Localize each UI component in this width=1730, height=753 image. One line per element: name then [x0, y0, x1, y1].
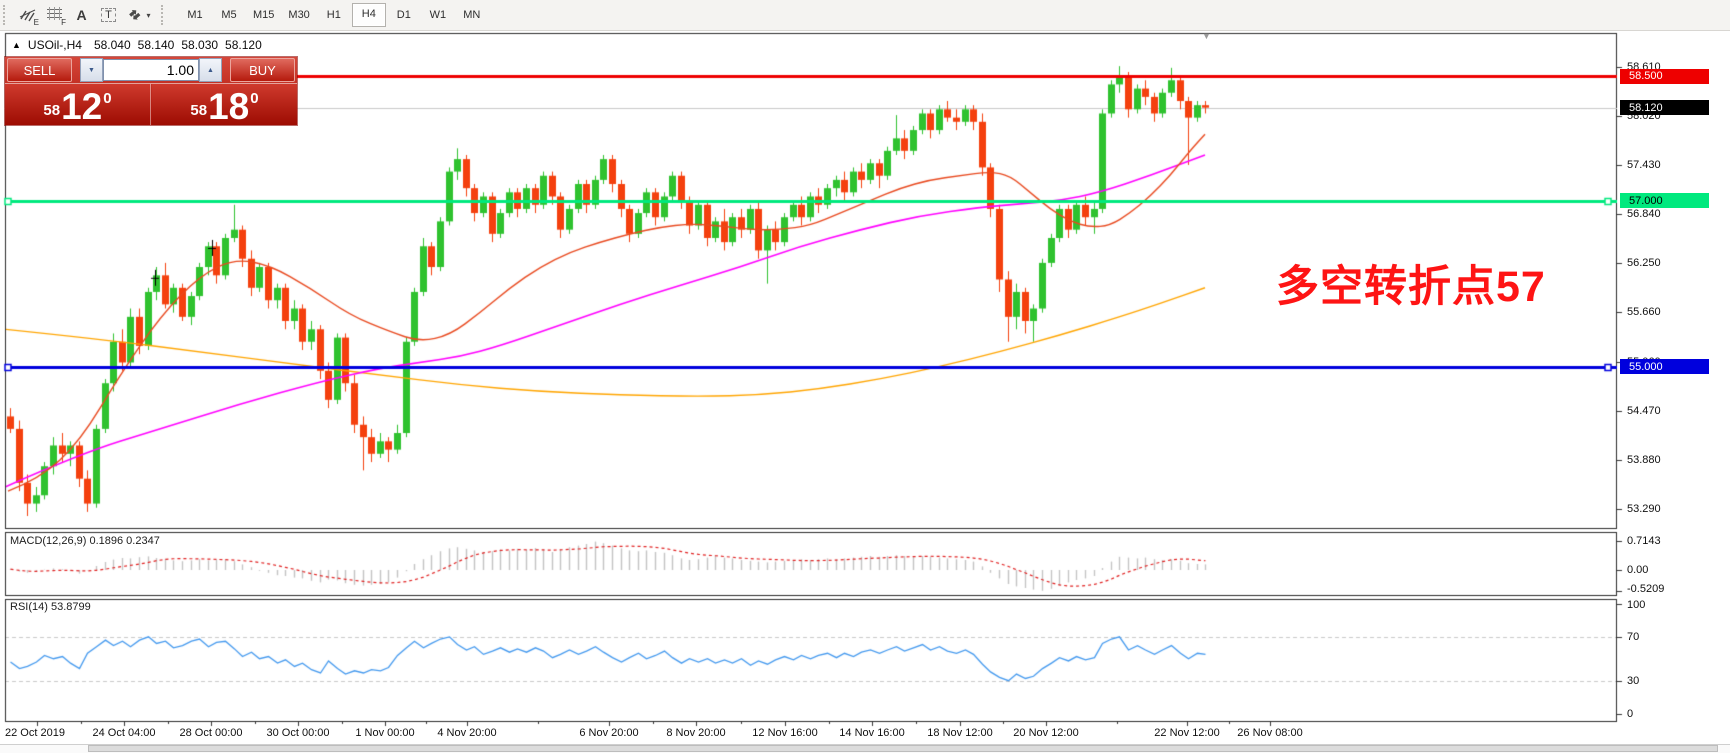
timeframe-button-h1[interactable]: H1	[318, 4, 350, 26]
price-level-badge: 57.000	[1620, 193, 1709, 208]
price-tick-label: 55.660	[1627, 306, 1661, 318]
chart-annotation-text: 多空转折点57	[1276, 252, 1546, 314]
toolbar-drag-handle[interactable]	[161, 5, 168, 25]
symbol-label: USOil-,H4	[28, 38, 82, 52]
indicator-tick-label: -0.5209	[1627, 583, 1664, 595]
indicator-tick-label: 70	[1627, 631, 1639, 643]
ohlc-low: 58.030	[181, 38, 218, 52]
arrow-style-icon[interactable]: ▾	[122, 3, 158, 27]
date-label: 30 Oct 00:00	[267, 727, 330, 739]
price-level-badge: 58.120	[1620, 100, 1709, 115]
sell-button[interactable]: SELL	[7, 58, 72, 82]
text-icon[interactable]: A	[68, 3, 95, 27]
volume-increase-button[interactable]: ▲	[199, 58, 222, 82]
buy-price-display[interactable]: 58 18 0	[152, 84, 297, 125]
timeframe-button-m1[interactable]: M1	[179, 4, 211, 26]
spinner-up-icon: ▲	[207, 67, 214, 74]
buy-button[interactable]: BUY	[230, 58, 295, 82]
chart-shift-marker-icon[interactable]: ▼	[1202, 31, 1211, 41]
date-label: 4 Nov 20:00	[437, 727, 496, 739]
timeframe-button-h4[interactable]: H4	[352, 3, 386, 27]
price-level-badge: 58.500	[1620, 69, 1709, 84]
date-label: 14 Nov 16:00	[839, 727, 904, 739]
spinner-down-icon: ▼	[88, 67, 95, 74]
price-tick-label: 53.290	[1627, 503, 1661, 515]
date-label: 20 Nov 12:00	[1013, 727, 1078, 739]
one-click-trading-panel: SELL ▼ ▲ BUY 58 12 0 58 18 0	[5, 57, 297, 125]
macd-label: MACD(12,26,9) 0.1896 0.2347	[10, 535, 160, 547]
ohlc-open: 58.040	[94, 38, 131, 52]
indicator-tick-label: 0	[1627, 708, 1633, 720]
chevron-down-icon: ▾	[146, 11, 150, 20]
price-tick-label: 56.840	[1627, 208, 1661, 220]
price-level-badge: 55.000	[1620, 359, 1709, 374]
timeframe-button-m30[interactable]: M30	[282, 4, 315, 26]
chart-header: ▲ USOil-,H4 58.040 58.140 58.030 58.120	[12, 38, 269, 52]
date-label: 22 Nov 12:00	[1154, 727, 1219, 739]
timeframe-group: M1M5M15M30H1H4D1W1MN	[178, 3, 489, 27]
date-label: 18 Nov 12:00	[927, 727, 992, 739]
timeframe-button-mn[interactable]: MN	[456, 4, 488, 26]
grid-icon[interactable]: F	[41, 3, 68, 27]
price-tick-label: 57.430	[1627, 159, 1661, 171]
toolbar: E F A T ▾ M1M5M15M30H1H4D1W1MN	[0, 0, 1730, 31]
indicator-tick-label: 100	[1627, 599, 1645, 611]
indicator-tick-label: 0.00	[1627, 564, 1648, 576]
text-label-icon[interactable]: T	[95, 3, 122, 27]
price-tick-label: 54.470	[1627, 405, 1661, 417]
collapse-icon[interactable]: ▲	[12, 40, 21, 50]
volume-decrease-button[interactable]: ▼	[80, 58, 103, 82]
date-label: 8 Nov 20:00	[666, 727, 725, 739]
date-label: 22 Oct 2019	[5, 727, 65, 739]
price-tick-label: 53.880	[1627, 454, 1661, 466]
indicator-tick-label: 30	[1627, 675, 1639, 687]
date-label: 26 Nov 08:00	[1237, 727, 1302, 739]
sell-price-display[interactable]: 58 12 0	[5, 84, 151, 125]
date-label: 28 Oct 00:00	[180, 727, 243, 739]
timeframe-button-m5[interactable]: M5	[213, 4, 245, 26]
date-label: 1 Nov 00:00	[355, 727, 414, 739]
scrollbar-thumb[interactable]	[88, 745, 1718, 752]
timeframe-button-d1[interactable]: D1	[388, 4, 420, 26]
indicators-icon[interactable]: E	[14, 3, 41, 27]
ohlc-close: 58.120	[225, 38, 262, 52]
indicator-tick-label: 0.7143	[1627, 535, 1661, 547]
date-label: 12 Nov 16:00	[752, 727, 817, 739]
toolbar-drag-handle[interactable]	[3, 5, 10, 25]
rsi-label: RSI(14) 53.8799	[10, 601, 91, 613]
volume-input[interactable]	[103, 59, 199, 81]
timeframe-button-m15[interactable]: M15	[247, 4, 280, 26]
date-label: 6 Nov 20:00	[579, 727, 638, 739]
ohlc-high: 58.140	[138, 38, 175, 52]
date-label: 24 Oct 04:00	[93, 727, 156, 739]
timeframe-button-w1[interactable]: W1	[422, 4, 454, 26]
price-tick-label: 56.250	[1627, 257, 1661, 269]
